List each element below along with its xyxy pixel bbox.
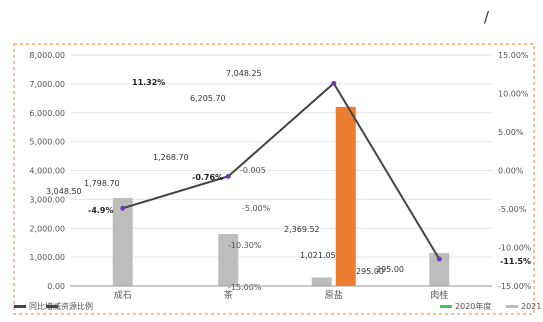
percent-label: -10.30%: [228, 241, 262, 250]
right-tick-label: -5.00%: [498, 205, 527, 214]
legend-label[interactable]: 2020年度: [455, 301, 491, 311]
growth-point: [120, 205, 126, 211]
percent-label: 11.32%: [132, 78, 165, 87]
bar-2021: [335, 106, 356, 286]
legend[interactable]: 同比增减 资源比例 2020年度 2021: [14, 301, 541, 311]
legend-swatch: [14, 305, 26, 308]
bar-2020: [112, 197, 133, 286]
bar-value-label: 1,021.05: [300, 251, 336, 260]
left-tick-label: 1,000.00: [29, 253, 65, 262]
category-axis: 成石 茶 原盐 肉桂: [70, 285, 492, 301]
percent-label: -4.9%: [88, 206, 114, 215]
growth-point: [436, 256, 442, 262]
left-tick-label: 6,000.00: [29, 109, 65, 118]
legend-label[interactable]: 2021: [521, 302, 541, 311]
left-tick-label: 7,000.00: [29, 80, 65, 89]
bar-value-label: 6,205.70: [190, 94, 226, 103]
left-tick-label: 8,000.00: [29, 51, 65, 60]
left-tick-label: 2,000.00: [29, 224, 65, 233]
growth-line: [120, 80, 442, 262]
category-label: 肉桂: [430, 289, 448, 301]
left-tick-label: 3,000.00: [29, 195, 65, 204]
bar-value-label: 2,369.52: [284, 225, 320, 234]
right-axis: -15.00% -10.00% -5.00% 0.00% 5.00% 10.00% 15.0…: [498, 51, 532, 291]
left-tick-label: 5,000.00: [29, 138, 65, 147]
legend-swatch: [506, 305, 518, 308]
bar-value-label: 1,268.70: [153, 153, 189, 162]
right-tick-label: -15.00%: [498, 282, 532, 291]
right-tick-label: 15.00%: [498, 51, 529, 60]
percent-label: -11.5%: [500, 257, 531, 266]
bar-value-label: 3,048.50: [46, 187, 82, 196]
left-tick-label: 4,000.00: [29, 167, 65, 176]
right-tick-label: -10.00%: [498, 244, 532, 253]
percent-label: -15.00%: [228, 283, 262, 292]
legend-label[interactable]: 资源比例: [61, 301, 93, 311]
legend-swatch: [440, 305, 452, 308]
right-tick-label: 5.00%: [498, 128, 524, 137]
growth-point: [331, 80, 337, 86]
chart-canvas: / 0.00 1,000.00 2,000.00 3,000.00 4,000.00 5,…: [0, 0, 543, 318]
left-axis: 0.00 1,000.00 2,000.00 3,000.00 4,000.00 5,00…: [29, 51, 65, 291]
legend-swatch: [46, 305, 58, 308]
grid: [70, 54, 492, 287]
category-label: 茶: [224, 289, 233, 301]
left-tick-label: 0.00: [47, 282, 65, 291]
category-label: 成石: [114, 289, 132, 301]
bar-value-label: 295.00: [376, 265, 404, 274]
bar-value-label: 7,048.25: [226, 69, 262, 78]
bar-2020: [311, 277, 332, 286]
growth-polyline: [122, 81, 441, 260]
percent-label: -5.00%: [242, 204, 271, 213]
chart-svg: / 0.00 1,000.00 2,000.00 3,000.00 4,000.00 5,…: [13, 8, 541, 315]
category-label: 原盐: [325, 289, 343, 301]
percent-label: -0.005: [240, 166, 266, 175]
right-tick-label: 0.00%: [498, 167, 524, 176]
percent-label: -0.76%: [192, 173, 223, 182]
slash-mark: /: [484, 8, 490, 26]
right-tick-label: 10.00%: [498, 90, 529, 99]
bar-value-label: 1,798.70: [84, 179, 120, 188]
growth-point: [225, 173, 231, 179]
